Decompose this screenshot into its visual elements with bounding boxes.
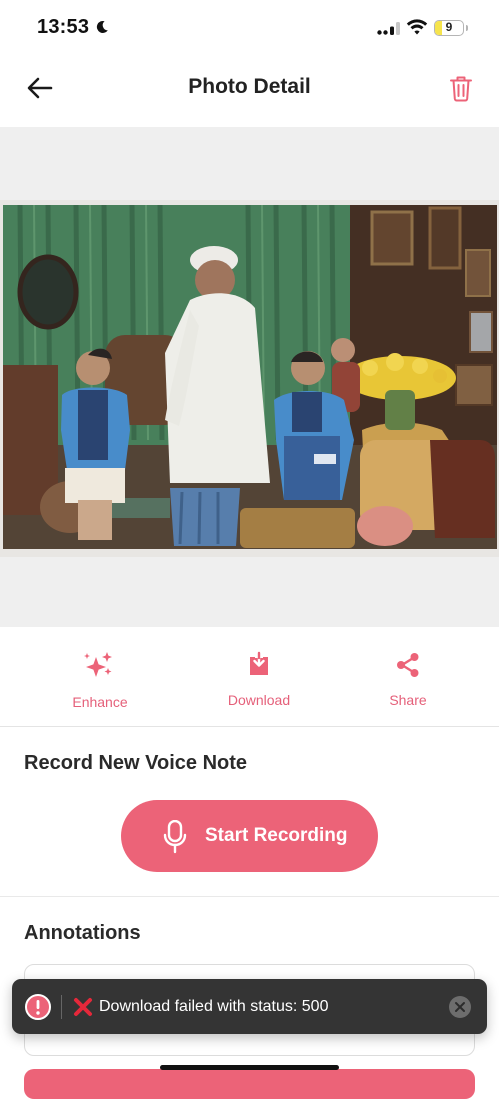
status-time: 13:53: [37, 16, 90, 38]
error-toast: Download failed with status: 500: [12, 979, 487, 1034]
voice-note-section: Record New Voice Note Start Recording: [0, 727, 499, 897]
sparkles-icon: [84, 652, 112, 677]
download-label: Download: [227, 692, 291, 708]
start-recording-label: Start Recording: [205, 825, 348, 846]
enhance-label: Enhance: [72, 694, 128, 710]
family-photo: [0, 200, 499, 557]
home-indicator: [160, 1065, 339, 1070]
toast-divider: [61, 995, 62, 1019]
moon-icon: [96, 20, 108, 33]
top-app-bar: Photo Detail: [0, 58, 499, 128]
battery-icon: 9: [434, 20, 464, 36]
share-button[interactable]: Share: [348, 651, 468, 708]
start-recording-button[interactable]: Start Recording: [121, 800, 378, 872]
photo-viewer: [0, 127, 499, 627]
save-annotation-button[interactable]: [24, 1069, 475, 1099]
cellular-signal-icon: [377, 22, 400, 35]
download-button[interactable]: Download: [199, 651, 319, 708]
enhance-button[interactable]: Enhance: [40, 651, 160, 710]
download-icon: [250, 651, 268, 675]
toast-message: Download failed with status: 500: [99, 998, 329, 1015]
wifi-icon: [406, 19, 428, 35]
page-title: Photo Detail: [188, 75, 311, 98]
status-bar: 13:53 9: [0, 0, 499, 58]
alert-icon: [25, 994, 51, 1020]
photo-actions-bar: Enhance Download Share: [0, 627, 499, 727]
battery-percentage: 9: [445, 20, 453, 34]
microphone-icon: [163, 820, 187, 854]
cross-mark-icon: [74, 998, 92, 1016]
share-label: Share: [389, 692, 427, 708]
annotations-heading: Annotations: [24, 922, 141, 944]
close-icon[interactable]: [449, 996, 471, 1018]
share-icon: [397, 653, 419, 677]
battery-cap: [466, 25, 468, 31]
trash-icon[interactable]: [449, 74, 473, 102]
voice-note-heading: Record New Voice Note: [24, 752, 248, 774]
